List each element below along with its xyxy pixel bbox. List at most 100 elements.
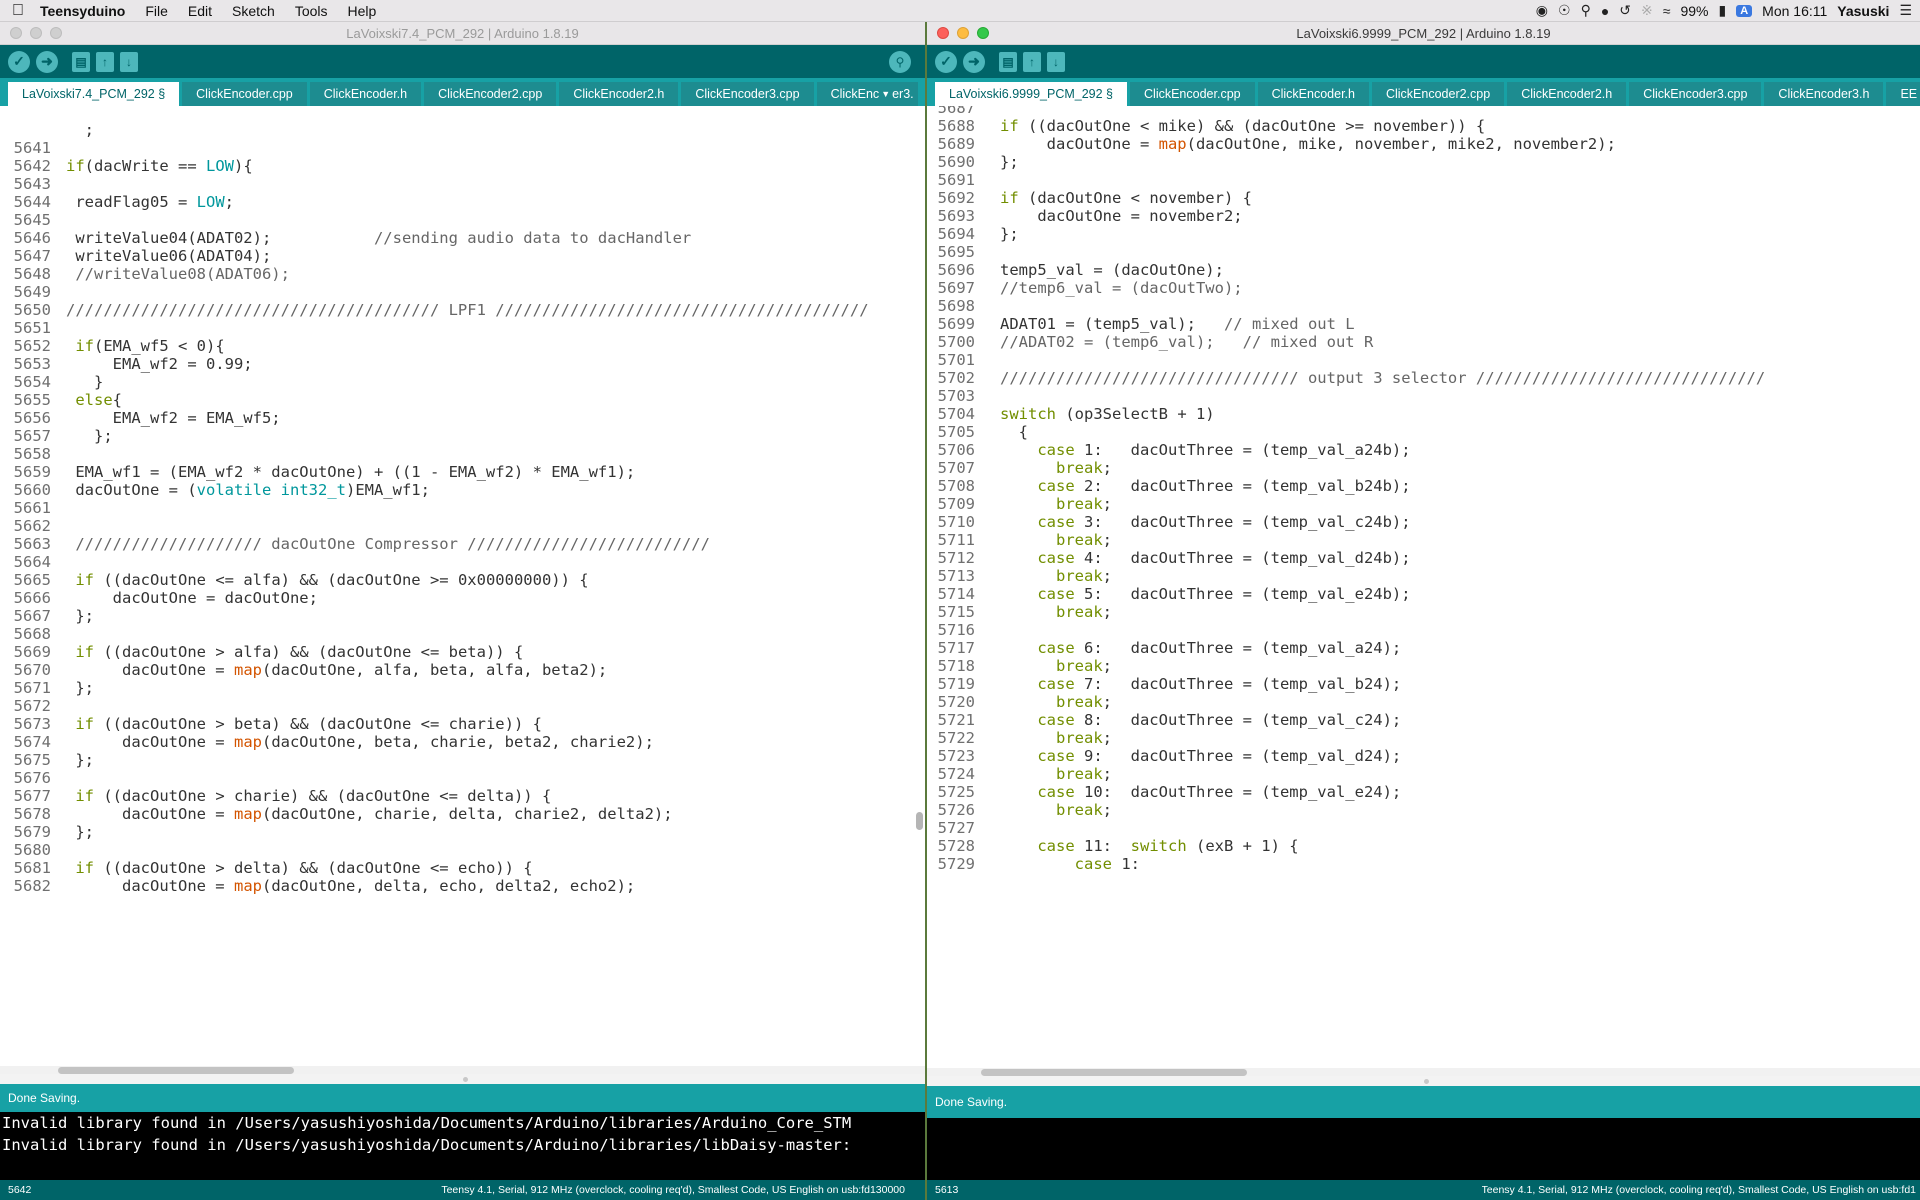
right-titlebar[interactable]: LaVoixski6.9999_PCM_292 | Arduino 1.8.19 [927,22,1920,45]
menu-help[interactable]: Help [338,3,387,19]
code-text: if(dacWrite == LOW){ [66,157,253,175]
battery-icon[interactable]: ▮ [1718,2,1726,19]
vertical-scrollbar[interactable] [916,812,923,830]
serial-monitor-button[interactable]: ⚲ [889,51,911,73]
code-text: case 1: [1074,855,1140,873]
close-button[interactable] [937,27,949,39]
left-toolbar: ✓ ➜ ▤ ↑ ↓ ⚲ [0,45,925,78]
wifi-icon[interactable]: ≈ [1663,3,1671,19]
open-button[interactable]: ↑ [1023,51,1041,72]
tab-clickencoder3-cpp[interactable]: ClickEncoder3.cpp [681,82,814,106]
save-button[interactable]: ↓ [120,51,138,72]
code-text: dacOutOne = (volatile int32_t)EMA_wf1; [66,481,430,499]
footer-bar: 5613 Teensy 4.1, Serial, 912 MHz (overcl… [927,1180,1920,1200]
footer-bar: 5642 Teensy 4.1, Serial, 912 MHz (overcl… [0,1180,925,1200]
code-line: 5663 //////////////////// dacOutOne Comp… [0,533,710,555]
creative-cloud-icon[interactable]: ◉ [1536,2,1548,19]
code-text: dacOutOne = map(dacOutOne, beta, charie,… [66,733,654,751]
tab-main-sketch[interactable]: LaVoixski6.9999_PCM_292 § [935,82,1128,106]
new-button[interactable]: ▤ [999,51,1017,72]
code-text: dacOutOne = map(dacOutOne, charie, delta… [66,805,673,823]
menu-edit[interactable]: Edit [178,3,222,19]
tab-clickencoder-cpp[interactable]: ClickEncoder.cpp [1130,82,1255,106]
code-editor[interactable]: ; 5641 5642 if(dacWrite == LOW){5643 5644 re… [0,106,925,1066]
open-button[interactable]: ↑ [96,51,114,72]
horizontal-scrollbar[interactable] [927,1068,1920,1076]
line-number: 5682 [13,877,51,895]
code-line: 5729 case 1: [927,853,1140,875]
footer-line-number: 5642 [8,1184,32,1196]
code-line: 5674 dacOutOne = map(dacOutOne, beta, ch… [0,731,654,753]
code-text: dacOutOne = map(dacOutOne, mike, novembe… [1000,135,1616,153]
horizontal-scrollbar[interactable] [0,1066,925,1074]
verify-button[interactable]: ✓ [935,50,957,73]
footer-board-info: Teensy 4.1, Serial, 912 MHz (overclock, … [441,1184,905,1196]
menu-user[interactable]: Yasuski [1837,3,1889,19]
code-text: dacOutOne = map(dacOutOne, delta, echo, … [66,877,636,895]
tab-clickencoder2-cpp[interactable]: ClickEncoder2.cpp [424,82,557,106]
code-text: readFlag05 = LOW; [66,193,234,211]
tab-clickencoder3-h[interactable]: ClickEncoder3.h [1764,82,1884,106]
code-text: //ADAT02 = (temp6_val); // mixed out R [1000,333,1374,351]
tab-label: ClickEnc [830,87,880,101]
tab-clickencoder2-h[interactable]: ClickEncoder2.h [559,82,679,106]
right-tabs: LaVoixski6.9999_PCM_292 § ClickEncoder.c… [927,78,1920,106]
save-button[interactable]: ↓ [1047,51,1065,72]
apple-icon[interactable]:  [0,2,36,20]
zoom-button[interactable] [50,27,62,39]
left-titlebar[interactable]: LaVoixski7.4_PCM_292 | Arduino 1.8.19 [0,22,925,45]
tab-clickencoder2-cpp[interactable]: ClickEncoder2.cpp [1371,82,1505,106]
status-text: Done Saving. [8,1091,81,1105]
code-line: 5678 dacOutOne = map(dacOutOne, charie, … [0,803,673,825]
tab-clickencoder3-cpp[interactable]: ClickEncoder3.cpp [1629,82,1762,106]
tab-label-tail: er3. [892,87,914,101]
notification-center-icon[interactable]: ☰ [1899,2,1912,19]
minimize-button[interactable] [30,27,42,39]
tab-clickencoder2-h[interactable]: ClickEncoder2.h [1507,82,1627,106]
menu-tools[interactable]: Tools [285,3,338,19]
time-machine-icon[interactable]: ↺ [1619,2,1631,19]
search-icon[interactable]: ⚲ [1581,2,1591,19]
code-text: dacOutOne = map(dacOutOne, alfa, beta, a… [66,661,608,679]
footer-board-info: Teensy 4.1, Serial, 912 MHz (overclock, … [1481,1184,1916,1196]
input-source-icon[interactable]: A [1736,4,1753,17]
new-button[interactable]: ▤ [72,51,90,72]
code-text: //////////////////////////////// output … [1000,369,1766,387]
tab-clickencoder3-h[interactable]: ClickEnc ▼ er3. [816,82,918,106]
tab-eeprom[interactable]: EE [1886,82,1920,106]
console-line: Invalid library found in /Users/yasushiy… [2,1136,852,1154]
chevron-down-icon[interactable]: ▼ [881,89,890,99]
tab-main-sketch[interactable]: LaVoixski7.4_PCM_292 § [8,82,180,106]
verify-button[interactable]: ✓ [8,50,30,73]
code-text: //temp6_val = (dacOutTwo); [1000,279,1243,297]
menu-clock[interactable]: Mon 16:11 [1762,3,1827,19]
bluetooth-icon[interactable]: ※ [1641,2,1653,19]
close-button[interactable] [10,27,22,39]
siri-icon[interactable]: ● [1601,3,1609,19]
accessibility-icon[interactable]: ☉ [1558,2,1571,19]
footer-line-number: 5613 [935,1184,959,1196]
tab-clickencoder-h[interactable]: ClickEncoder.h [1257,82,1369,106]
console-splitter[interactable] [0,1074,925,1084]
console-splitter[interactable] [927,1076,1920,1086]
line-number: 5729 [937,855,975,873]
left-window: LaVoixski7.4_PCM_292 | Arduino 1.8.19 ✓ … [0,22,925,1200]
menu-bar:  Teensyduino File Edit Sketch Tools Hel… [0,0,1920,22]
right-window: LaVoixski6.9999_PCM_292 | Arduino 1.8.19… [927,22,1920,1200]
console-line: Invalid library found in /Users/yasushiy… [2,1114,852,1132]
minimize-button[interactable] [957,27,969,39]
menu-sketch[interactable]: Sketch [222,3,285,19]
battery-percent[interactable]: 99% [1680,3,1708,19]
upload-button[interactable]: ➜ [963,50,985,73]
zoom-button[interactable] [977,27,989,39]
upload-button[interactable]: ➜ [36,50,58,73]
tab-clickencoder-cpp[interactable]: ClickEncoder.cpp [182,82,307,106]
code-line: 5650////////////////////////////////////… [0,299,869,321]
status-text: Done Saving. [935,1095,1008,1109]
menu-app[interactable]: Teensyduino [36,3,135,19]
tab-clickencoder-h[interactable]: ClickEncoder.h [309,82,422,106]
code-line: 5682 dacOutOne = map(dacOutOne, delta, e… [0,875,636,897]
code-editor[interactable]: 5687 5688 if ((dacOutOne < mike) && (dacOu… [927,106,1920,1068]
menu-file[interactable]: File [135,3,178,19]
console-output[interactable]: Invalid library found in /Users/yasushiy… [0,1112,925,1180]
